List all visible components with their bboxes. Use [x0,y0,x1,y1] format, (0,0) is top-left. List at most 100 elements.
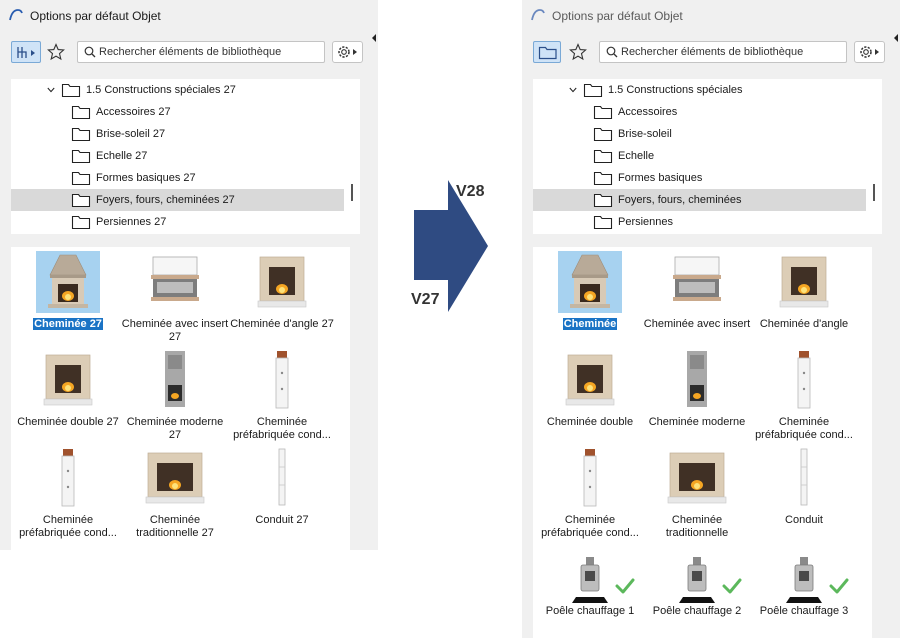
tree-scrollbar-thumb[interactable] [351,184,353,201]
tree-folder-item[interactable]: Accessoires [533,101,866,123]
tree-folder-item[interactable]: Foyers, fours, cheminées [533,189,866,211]
library-item[interactable]: Conduit [749,447,859,543]
tree-folder-item[interactable]: Formes basiques 27 [11,167,344,189]
folder-icon [593,105,613,120]
library-item-label: Cheminée préfabriquée cond... [19,514,117,539]
library-item[interactable]: Cheminée double 27 [13,349,123,445]
library-item[interactable]: Cheminée d'angle [749,251,859,347]
folder-icon [61,83,81,98]
favorites-button[interactable] [568,41,588,63]
panel-titlebar: Options par défaut Objet [522,0,900,32]
library-item[interactable]: Cheminée [535,251,645,347]
library-item[interactable]: Cheminée moderne 27 [120,349,230,445]
fireplace-traditional-icon [667,452,727,504]
tree-folder-item[interactable]: Foyers, fours, cheminées 27 [11,189,344,211]
tree-folder-item[interactable]: Formes basiques [533,167,866,189]
library-item[interactable]: Poêle chauffage 2 [642,545,752,638]
tree-scrollbar-thumb[interactable] [873,184,875,201]
library-item[interactable]: Cheminée 27 [13,251,123,347]
version-label-to: V28 [456,183,485,200]
search-icon [84,46,96,58]
library-item-label: Cheminée préfabriquée cond... [233,416,331,441]
library-item[interactable]: Cheminée préfabriquée cond... [227,349,337,445]
tree-item-label: 1.5 Constructions spéciales [608,84,743,96]
library-item-thumbnail [772,251,836,313]
library-item-label: Cheminée d'angle 27 [230,318,334,330]
tree-item-label: Persiennes 27 [96,216,167,228]
folder-icon [593,171,613,186]
tree-folder-item[interactable]: Accessoires 27 [11,101,344,123]
tree-folder-root[interactable]: 1.5 Constructions spéciales 27 [11,79,344,101]
library-item[interactable]: Conduit 27 [227,447,337,543]
library-items-grid: Cheminée 27 Cheminée avec insert 27 Chemin… [11,247,350,550]
library-item[interactable]: Cheminée moderne [642,349,752,445]
library-item[interactable]: Cheminée avec insert 27 [120,251,230,347]
tree-folder-root[interactable]: 1.5 Constructions spéciales [533,79,866,101]
library-item[interactable]: Cheminée préfabriquée cond... [535,447,645,543]
library-item[interactable]: Cheminée double [535,349,645,445]
folder-icon [538,46,557,60]
library-item[interactable]: Cheminée avec insert [642,251,752,347]
gear-icon [860,46,879,58]
library-item-thumbnail [558,349,622,411]
grid-scrollbar[interactable] [874,247,883,638]
folder-icon [71,149,91,164]
library-item-label: Conduit [785,514,823,526]
panel-title: Options par défaut Objet [552,9,683,23]
collapse-arrow-icon[interactable] [894,34,898,42]
tree-folder-item[interactable]: Persiennes 27 [11,211,344,233]
panel-titlebar: Options par défaut Objet [0,0,378,32]
library-item-label: Poêle chauffage 1 [545,605,635,617]
fireplace-modern-icon [165,351,185,407]
library-item[interactable]: Cheminée préfabriquée cond... [13,447,123,543]
library-item[interactable]: Cheminée traditionnelle 27 [120,447,230,543]
tree-folder-item[interactable]: Brise-soleil [533,123,866,145]
view-mode-button[interactable] [533,41,561,63]
tree-folder-item[interactable]: Persiennes [533,211,866,233]
search-box [77,41,325,63]
library-item[interactable]: Cheminée d'angle 27 [227,251,337,347]
search-input[interactable] [621,43,841,61]
object-chair-icon [17,47,35,58]
settings-button[interactable] [332,41,363,63]
view-mode-button[interactable] [11,41,41,63]
tree-item-label: Brise-soleil [618,128,672,140]
tree-folder-item[interactable]: Brise-soleil 27 [11,123,344,145]
tree-folder-item[interactable]: Echelle [533,145,866,167]
stove-icon [786,557,822,603]
library-item-thumbnail [558,545,622,607]
check-icon [722,578,742,594]
favorites-button[interactable] [46,41,66,63]
library-item-thumbnail [772,447,836,509]
collapse-arrow-icon[interactable] [372,34,376,42]
settings-button[interactable] [854,41,885,63]
library-item[interactable]: Cheminée préfabriquée cond... [749,349,859,445]
tree-folder-item[interactable]: Echelle 27 [11,145,344,167]
library-item-label: Cheminée traditionnelle [665,514,729,539]
tree-item-label: Echelle 27 [96,150,148,162]
library-item[interactable]: Cheminée traditionnelle [642,447,752,543]
tree-item-label: Echelle [618,150,655,162]
folder-icon [593,193,613,208]
library-item-thumbnail [143,349,207,411]
library-item-thumbnail [665,349,729,411]
flue-pipe-icon [800,448,808,506]
fireplace-corner-icon [779,256,829,308]
library-item-thumbnail [250,251,314,313]
search-input[interactable] [99,43,319,61]
fireplace-traditional-icon [145,452,205,504]
version-label-from: V27 [411,291,440,308]
library-item-thumbnail [665,545,729,607]
library-item-label: Cheminée moderne [648,416,746,428]
chevron-down-icon[interactable] [569,86,577,94]
library-panel-v27: Options par défaut Objet 1.5 Constructio… [0,0,378,550]
library-panel-v28: Options par défaut Objet 1.5 Constructio… [522,0,900,638]
folder-icon [71,193,91,208]
library-item[interactable]: Poêle chauffage 3 [749,545,859,638]
archicad-logo-icon [9,9,23,21]
grid-scrollbar[interactable] [352,247,361,550]
fireplace-double-icon [565,354,615,406]
chevron-down-icon[interactable] [47,86,55,94]
library-item[interactable]: Poêle chauffage 1 [535,545,645,638]
tree-item-label: Formes basiques [618,172,703,184]
